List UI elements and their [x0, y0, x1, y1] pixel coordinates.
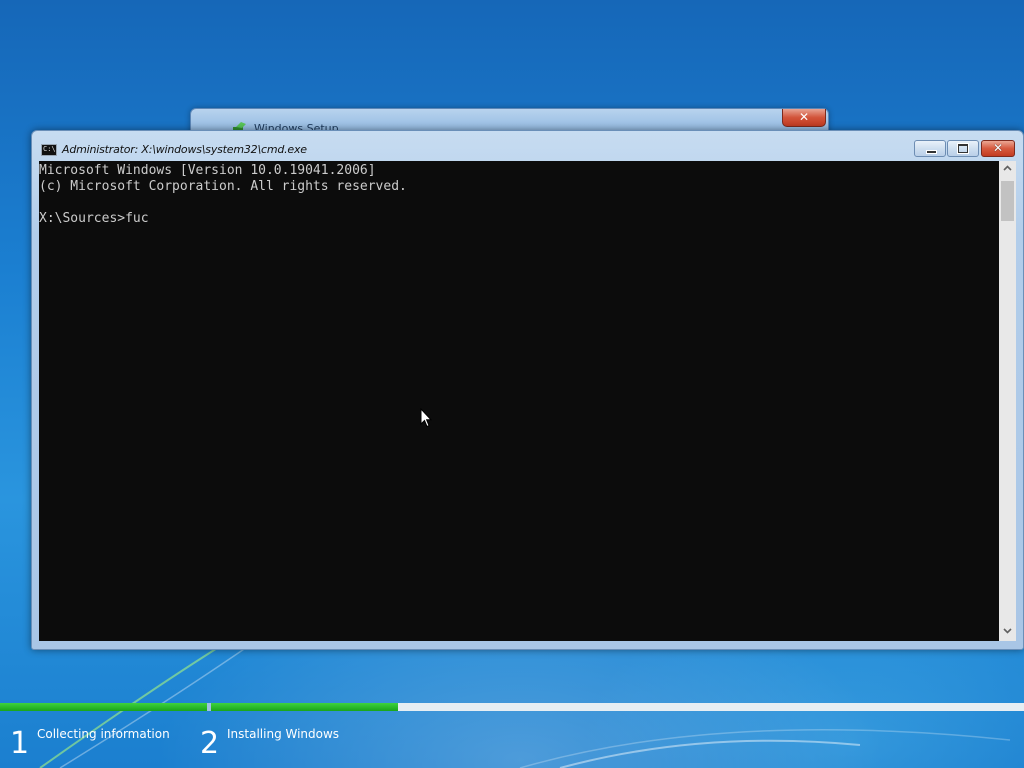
chevron-up-icon[interactable] — [999, 161, 1016, 178]
console-line: Microsoft Windows [Version 10.0.19041.20… — [39, 163, 376, 178]
progress-step-2-fill — [211, 703, 398, 711]
console-output[interactable]: Microsoft Windows [Version 10.0.19041.20… — [39, 161, 999, 641]
command-prompt-line[interactable]: X:\Sources>fuc — [39, 211, 149, 227]
cmd-icon-label: C:\ — [43, 145, 56, 153]
close-icon: ✕ — [798, 110, 810, 124]
chevron-down-icon[interactable] — [999, 624, 1016, 641]
progress-step-1-fill — [0, 703, 207, 711]
mouse-pointer-icon — [420, 408, 432, 428]
cmd-titlebar[interactable]: C:\ Administrator: X:\windows\system32\c… — [32, 131, 1023, 161]
step-1-label: Collecting information — [37, 727, 170, 741]
step-2-number: 2 — [200, 726, 220, 761]
vertical-scrollbar[interactable] — [999, 161, 1016, 641]
cmd-window[interactable]: C:\ Administrator: X:\windows\system32\c… — [31, 130, 1024, 650]
setup-close-button[interactable]: ✕ — [782, 109, 826, 127]
maximize-icon — [958, 144, 968, 153]
minimize-icon — [926, 150, 937, 154]
console-line: (c) Microsoft Corporation. All rights re… — [39, 179, 407, 194]
scrollbar-thumb[interactable] — [1001, 181, 1014, 221]
close-icon: ✕ — [992, 141, 1004, 155]
step-1-number: 1 — [10, 726, 30, 761]
close-button[interactable]: ✕ — [981, 140, 1015, 157]
maximize-button[interactable] — [947, 140, 979, 157]
setup-progress-track — [0, 703, 1024, 711]
minimize-button[interactable] — [914, 140, 946, 157]
step-2-label: Installing Windows — [227, 727, 340, 741]
cmd-window-title: Administrator: X:\windows\system32\cmd.e… — [62, 143, 307, 156]
cmd-icon: C:\ — [41, 144, 57, 156]
